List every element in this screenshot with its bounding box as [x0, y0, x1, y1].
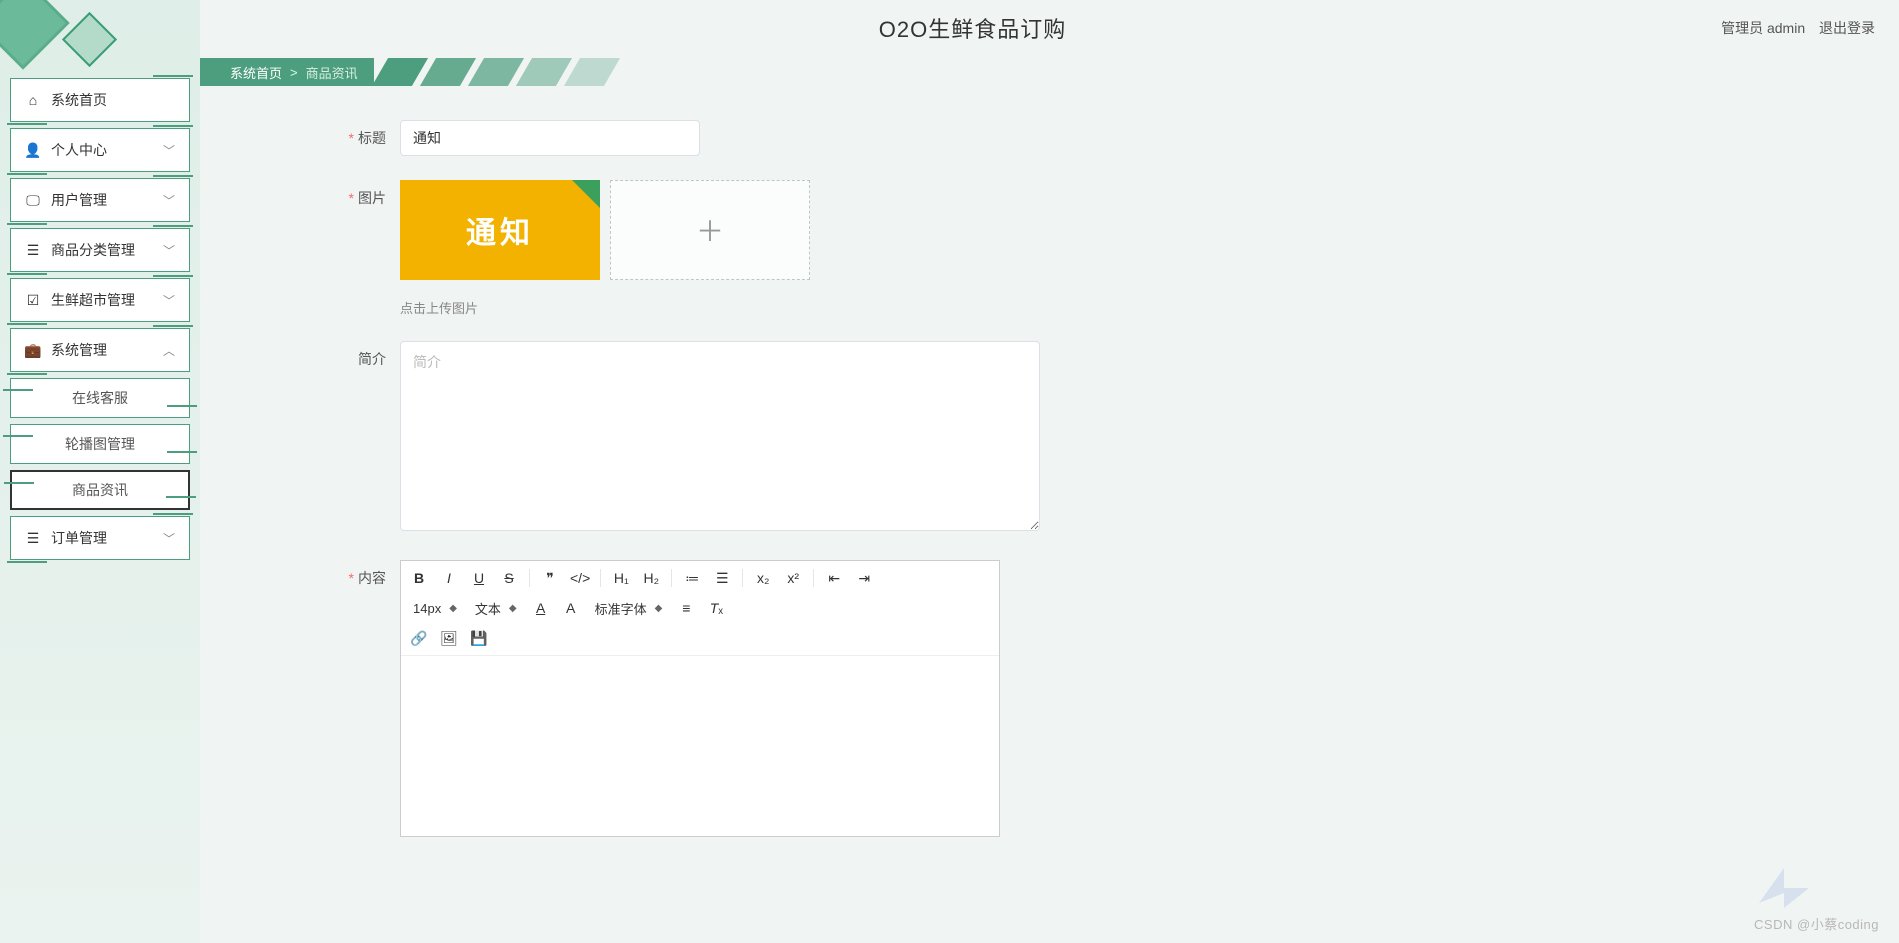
- sidebar-item-market[interactable]: ☑ 生鲜超市管理 ﹀: [10, 278, 190, 322]
- clear-format-button[interactable]: Tₓ: [706, 597, 726, 619]
- watermark-logo: [1749, 863, 1819, 913]
- sidebar-sub-online-service[interactable]: 在线客服: [10, 378, 190, 418]
- italic-button[interactable]: I: [439, 567, 459, 589]
- h2-button[interactable]: H₂: [641, 567, 661, 589]
- sidebar-item-label: 系统首页: [51, 90, 107, 110]
- form-row-content: *内容 B I U S ❞ </> H₁ H₂ ≔ ☰: [240, 560, 1859, 837]
- form-row-image: *图片 通知 ＋: [240, 180, 1859, 280]
- breadcrumb-current: 商品资讯: [306, 63, 358, 82]
- required-mark: *: [349, 570, 354, 586]
- sidebar-item-category[interactable]: ☰ 商品分类管理 ﹀: [10, 228, 190, 272]
- format-select[interactable]: 文本◆: [471, 599, 521, 618]
- image-label: *图片: [240, 180, 400, 208]
- sidebar-item-label: 订单管理: [51, 528, 107, 548]
- editor-toolbar: B I U S ❞ </> H₁ H₂ ≔ ☰ x₂ x²: [401, 561, 999, 656]
- required-mark: *: [349, 190, 354, 206]
- required-mark: *: [349, 130, 354, 146]
- ordered-list-button[interactable]: ≔: [682, 567, 702, 589]
- chevron-down-icon: ﹀: [163, 530, 175, 547]
- plus-icon: ＋: [696, 210, 724, 250]
- sidebar-item-label: 生鲜超市管理: [51, 290, 135, 310]
- form-row-intro: 简介: [240, 341, 1859, 536]
- upload-hint: 点击上传图片: [400, 298, 1859, 317]
- sidebar-sub-label: 轮播图管理: [65, 434, 135, 454]
- strikethrough-button[interactable]: S: [499, 567, 519, 589]
- sidebar-item-label: 个人中心: [51, 140, 107, 160]
- briefcase-icon: 💼: [25, 342, 41, 359]
- font-size-select[interactable]: 14px◆: [409, 601, 461, 616]
- sidebar-item-users[interactable]: 🖵 用户管理 ﹀: [10, 178, 190, 222]
- breadcrumb: 系统首页 > 商品资讯: [200, 58, 1899, 86]
- title-label: *标题: [240, 120, 400, 148]
- list-icon: ☰: [25, 530, 41, 547]
- bold-button[interactable]: B: [409, 567, 429, 589]
- header: O2O生鲜食品订购 管理员 admin 退出登录: [200, 0, 1899, 56]
- sidebar-sub-carousel[interactable]: 轮播图管理: [10, 424, 190, 464]
- username: admin: [1767, 20, 1805, 36]
- sidebar-item-label: 商品分类管理: [51, 240, 135, 260]
- bg-color-button[interactable]: A: [561, 597, 581, 619]
- chevron-down-icon: ﹀: [163, 142, 175, 159]
- image-button[interactable]: 🖼: [439, 627, 459, 649]
- form-row-title: *标题: [240, 120, 1859, 156]
- subscript-button[interactable]: x₂: [753, 567, 773, 589]
- underline-button[interactable]: U: [469, 567, 489, 589]
- breadcrumb-separator: >: [290, 65, 298, 80]
- main-content: *标题 *图片 通知 ＋ 点击上传图片 简介: [200, 100, 1899, 943]
- code-button[interactable]: </>: [570, 567, 590, 589]
- thumbnail-corner: [572, 180, 600, 208]
- header-user-area: 管理员 admin 退出登录: [1721, 18, 1875, 38]
- save-button[interactable]: 💾: [469, 627, 489, 649]
- breadcrumb-home[interactable]: 系统首页: [230, 63, 282, 82]
- chevron-down-icon: ﹀: [163, 192, 175, 209]
- rich-text-editor: B I U S ❞ </> H₁ H₂ ≔ ☰ x₂ x²: [400, 560, 1000, 837]
- editor-body[interactable]: [401, 656, 999, 836]
- indent-left-button[interactable]: ⇤: [824, 567, 844, 589]
- watermark-text: CSDN @小蔡coding: [1754, 914, 1879, 933]
- link-button[interactable]: 🔗: [409, 627, 429, 649]
- caret-icon: ◆: [509, 603, 517, 614]
- sidebar-item-orders[interactable]: ☰ 订单管理 ﹀: [10, 516, 190, 560]
- font-family-select[interactable]: 标准字体◆: [591, 599, 667, 618]
- user-icon: 👤: [25, 142, 41, 159]
- chevron-down-icon: ﹀: [163, 292, 175, 309]
- breadcrumb-decoration: [380, 58, 620, 86]
- check-icon: ☑: [25, 292, 41, 309]
- home-icon: ⌂: [25, 92, 41, 108]
- intro-label: 简介: [240, 341, 400, 369]
- unordered-list-button[interactable]: ☰: [712, 567, 732, 589]
- sidebar-sub-news[interactable]: 商品资讯: [10, 470, 190, 510]
- chevron-up-icon: ︿: [163, 342, 175, 359]
- sidebar-item-profile[interactable]: 👤 个人中心 ﹀: [10, 128, 190, 172]
- text-color-button[interactable]: A: [531, 597, 551, 619]
- sidebar-item-label: 系统管理: [51, 340, 107, 360]
- content-label: *内容: [240, 560, 400, 588]
- quote-button[interactable]: ❞: [540, 567, 560, 589]
- intro-textarea[interactable]: [400, 341, 1040, 531]
- logout-link[interactable]: 退出登录: [1819, 20, 1875, 36]
- sidebar-item-home[interactable]: ⌂ 系统首页: [10, 78, 190, 122]
- superscript-button[interactable]: x²: [783, 567, 803, 589]
- h1-button[interactable]: H₁: [611, 567, 631, 589]
- sidebar-sub-label: 在线客服: [72, 388, 128, 408]
- title-input[interactable]: [400, 120, 700, 156]
- image-thumbnail[interactable]: 通知: [400, 180, 600, 280]
- monitor-icon: 🖵: [25, 192, 41, 209]
- sidebar-item-label: 用户管理: [51, 190, 107, 210]
- sidebar: ⌂ 系统首页 👤 个人中心 ﹀ 🖵 用户管理 ﹀ ☰ 商品分类管理 ﹀ ☑ 生鲜…: [0, 0, 200, 943]
- indent-right-button[interactable]: ⇥: [854, 567, 874, 589]
- thumbnail-text: 通知: [466, 208, 534, 252]
- chevron-down-icon: ﹀: [163, 242, 175, 259]
- caret-icon: ◆: [655, 603, 663, 614]
- list-icon: ☰: [25, 242, 41, 259]
- upload-add-button[interactable]: ＋: [610, 180, 810, 280]
- breadcrumb-shape: 系统首页 > 商品资讯: [200, 58, 374, 86]
- sidebar-item-system[interactable]: 💼 系统管理 ︿: [10, 328, 190, 372]
- user-role: 管理员: [1721, 20, 1763, 36]
- align-button[interactable]: ≡: [676, 597, 696, 619]
- page-title: O2O生鲜食品订购: [224, 12, 1721, 44]
- caret-icon: ◆: [449, 603, 457, 614]
- sidebar-sub-label: 商品资讯: [72, 480, 128, 500]
- sidebar-decoration: [0, 0, 200, 70]
